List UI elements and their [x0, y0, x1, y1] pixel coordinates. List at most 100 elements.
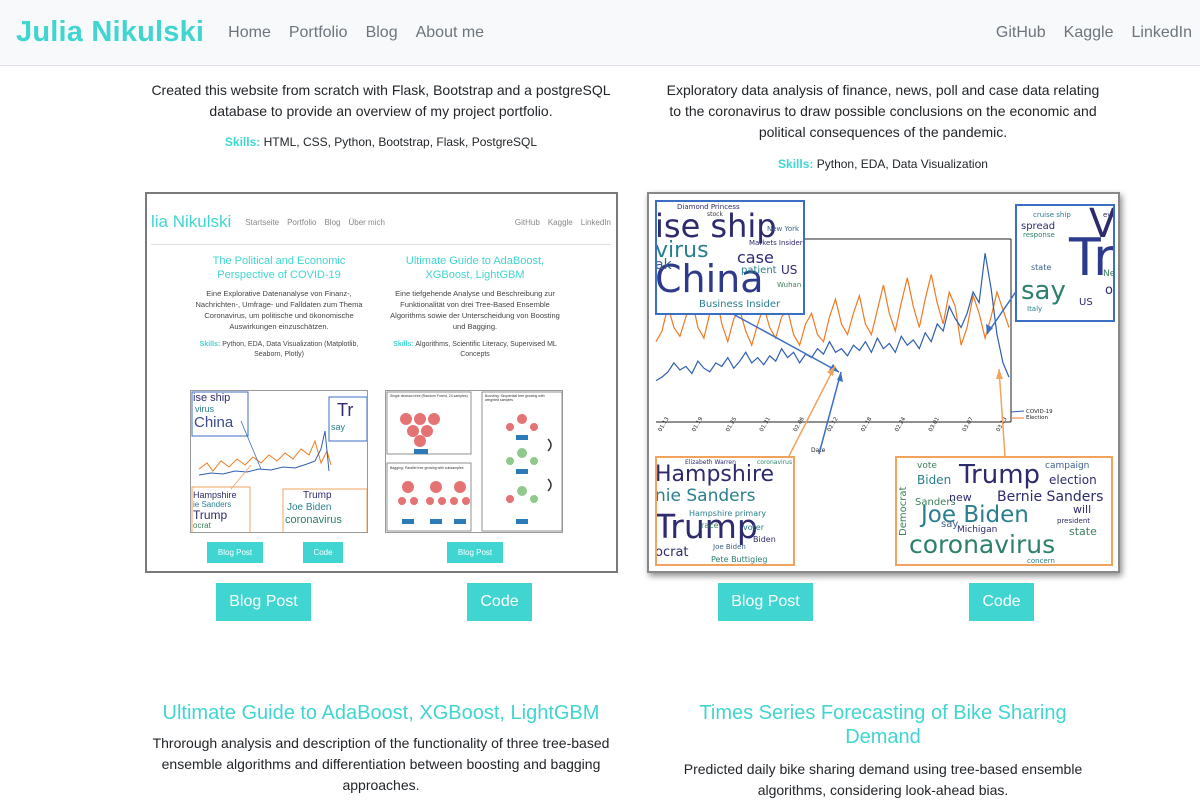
x-axis-label: Date — [811, 447, 826, 454]
project-skills: Skills: Python, EDA, Data Visualization — [660, 157, 1106, 171]
wordcloud-word: vote — [917, 461, 937, 471]
wordcloud-word: New — [1103, 269, 1115, 279]
project-description: Predicted daily bike sharing demand usin… — [683, 761, 1083, 798]
mini-card-description: Eine tiefgehende Analyse und Beschreibun… — [390, 289, 560, 331]
project-image-covid[interactable]: 01.13 01.19 01.25 01.31 02.06 02.12 02.18 02.24… — [647, 192, 1120, 573]
nav-link-linkedin[interactable]: LinkedIn — [1132, 24, 1193, 42]
skills-list: HTML, CSS, Python, Bootstrap, Flask, Pos… — [263, 135, 538, 149]
mini-card-description: Eine Explorative Datenanalyse von Finanz… — [195, 289, 363, 331]
wordcloud-word: concern — [1027, 557, 1055, 565]
wordcloud-word: race — [701, 521, 719, 530]
mini-wordcloud-word: ise ship — [193, 392, 231, 404]
nav-link-about[interactable]: About me — [416, 24, 484, 42]
mini-covid-image: ise ship virus China Tr say Hampshire ie… — [190, 390, 368, 533]
project-title[interactable]: Ultimate Guide to AdaBoost, XGBoost, Lig… — [150, 701, 612, 725]
code-button-covid[interactable]: Code — [969, 583, 1034, 621]
wordcloud-word: cruise ship — [1033, 211, 1071, 219]
x-tick-label: 02.18 — [860, 416, 873, 433]
wordcloud-word: Pete Buttigieg — [711, 555, 768, 564]
project-description: Throrough analysis and description of th… — [152, 735, 610, 793]
nav-link-portfolio[interactable]: Portfolio — [289, 24, 348, 42]
mini-wordcloud-word: Joe Biden — [287, 502, 332, 513]
mini-nav-link: Über mich — [348, 217, 385, 227]
mini-skills-list: Python, EDA, Data Visualization (Matplot… — [222, 341, 359, 358]
mini-code-button: Code — [303, 542, 343, 563]
wordcloud-word: outbr — [1105, 283, 1113, 298]
mini-diagram-title: Bagging: Parallel tree growing with subs… — [390, 466, 464, 470]
arrow-blue — [818, 371, 842, 455]
project-skills: Skills: HTML, CSS, Python, Bootstrap, Fl… — [150, 135, 612, 149]
x-tick-label: 02.24 — [894, 416, 907, 433]
nav-link-blog[interactable]: Blog — [366, 24, 398, 42]
x-tick-label: 01.19 — [691, 416, 704, 433]
project-card-bike: Times Series Forecasting of Bike Sharing… — [672, 701, 1094, 801]
wordcloud-word: US — [1079, 297, 1093, 308]
blog-post-button-covid[interactable]: Blog Post — [718, 583, 813, 621]
mini-diagram-title: Boosting: Sequential tree growing with w… — [485, 394, 545, 402]
wordcloud-word: ocrat — [655, 545, 689, 560]
wordcloud-word: US — [781, 263, 798, 277]
wordcloud-top-right: cruise ship event spread response Vi Tr … — [1015, 204, 1115, 322]
mini-skills-list: Algorithms, Scientific Literacy, Supervi… — [415, 341, 557, 358]
project-card-adaboost: Ultimate Guide to AdaBoost, XGBoost, Lig… — [150, 701, 612, 796]
x-tick-label: 03.07 — [962, 416, 975, 433]
mini-navbar: lia Nikulski Startseite Portfolio Blog Ü… — [151, 200, 611, 245]
mini-wordcloud-word: Trump — [193, 508, 228, 522]
mini-skills-label: Skills: — [393, 341, 414, 348]
wordcloud-word: Hampshire — [655, 462, 775, 487]
wordcloud-word: Italy — [1027, 305, 1043, 313]
wordcloud-word: Biden — [753, 535, 776, 544]
x-tick-label: 03.01 — [928, 416, 941, 433]
wordcloud-word: nie Sanders — [655, 486, 756, 506]
wordcloud-bottom-right: vote Trump campaign election Biden Berni… — [895, 456, 1113, 566]
mini-wordcloud-word: virus — [195, 404, 215, 414]
mini-blog-button: Blog Post — [207, 542, 263, 563]
code-button-website[interactable]: Code — [467, 583, 532, 621]
wordcloud-top-left: Diamond Princess stock ise ship virus Ch… — [655, 200, 805, 315]
mini-card: Ultimate Guide to AdaBoost, XGBoost, Lig… — [385, 254, 565, 360]
project-card-covid: Exploratory data analysis of finance, ne… — [660, 80, 1106, 171]
wordcloud-word: say — [1021, 276, 1066, 306]
project-description: Exploratory data analysis of finance, ne… — [666, 82, 1100, 140]
mini-card-title: The Political and Economic Perspective o… — [212, 255, 346, 281]
wordcloud-word: campaign — [1045, 461, 1090, 471]
wordcloud-word: coronavirus — [757, 459, 793, 466]
wordcloud-word: Biden — [917, 473, 952, 487]
wordcloud-word: ak — [655, 257, 672, 273]
skills-list: Python, EDA, Data Visualization — [816, 157, 988, 171]
mini-tree-diagram — [386, 391, 562, 532]
wordcloud-word: Business Insider — [699, 299, 781, 310]
wordcloud-word: Hampshire primary — [689, 509, 767, 518]
legend-election: Election — [1026, 415, 1048, 421]
x-tick-label: 02.06 — [793, 416, 806, 433]
arrow-orange — [788, 365, 836, 457]
mini-skills-label: Skills: — [199, 341, 221, 348]
wordcloud-word: Michigan — [957, 525, 998, 535]
mini-nav-link: LinkedIn — [580, 217, 611, 227]
mini-nav-link: Blog — [324, 217, 341, 227]
mini-card-title: Ultimate Guide to AdaBoost, XGBoost, Lig… — [405, 255, 545, 281]
nav-right: GitHub Kaggle LinkedIn — [978, 24, 1192, 42]
mini-boosting-image: Single decision tree (Random Forest, 24 … — [385, 390, 563, 533]
nav-link-kaggle[interactable]: Kaggle — [1064, 24, 1114, 42]
wordcloud-word: Democrat — [898, 486, 909, 536]
nav-link-github[interactable]: GitHub — [996, 24, 1046, 42]
nav-link-home[interactable]: Home — [228, 24, 271, 42]
arrow-orange — [998, 368, 1006, 457]
brand-logo[interactable]: Julia Nikulski — [16, 16, 204, 49]
wordcloud-word: election — [1049, 473, 1097, 487]
mini-card-skills: Skills: Algorithms, Scientific Literacy,… — [385, 340, 565, 360]
mini-wordcloud-word: Trump — [303, 490, 332, 501]
mini-wordcloud-word: Tr — [337, 400, 354, 420]
mini-wordcloud-word: ocrat — [193, 521, 211, 530]
project-image-website[interactable]: lia Nikulski Startseite Portfolio Blog Ü… — [145, 192, 618, 573]
blog-post-button-website[interactable]: Blog Post — [216, 583, 311, 621]
wordcloud-bottom-left: Elizabeth Warren Hampshire nie Sanders T… — [655, 456, 795, 566]
wordcloud-word: say — [941, 519, 959, 530]
mini-nav-link: GitHub — [514, 217, 540, 227]
project-title[interactable]: Times Series Forecasting of Bike Sharing… — [672, 701, 1094, 749]
wordcloud-word: response — [1023, 231, 1055, 239]
skills-label: Skills: — [224, 135, 261, 149]
mini-wordcloud-word: say — [331, 422, 346, 432]
x-tick-label: 01.31 — [759, 416, 772, 433]
